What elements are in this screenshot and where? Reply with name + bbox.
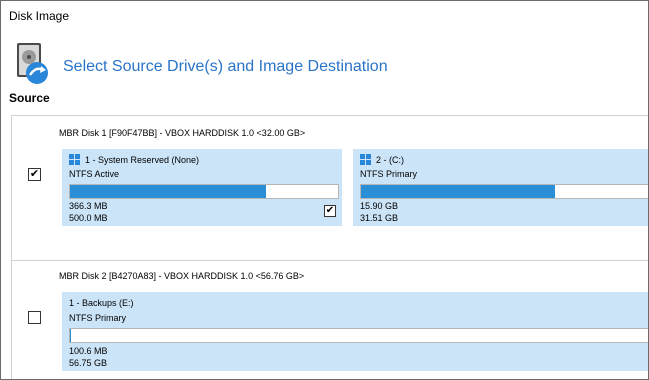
disk-panel-2: MBR Disk 2 [B4270A83] - VBOX HARDDISK 1.…: [11, 260, 648, 379]
partition-used-size: 366.3 MB: [69, 201, 108, 211]
windows-icon: [360, 154, 371, 165]
partition-total-size: 31.51 GB: [360, 213, 399, 223]
partition-1-checkbox[interactable]: ✔: [324, 205, 336, 217]
disk-1-partition-2[interactable]: 2 - (C:) NTFS Primary 15.90 GB 31.51 GB: [353, 149, 648, 226]
partition-filesystem: NTFS Primary: [69, 313, 126, 323]
window-title: Disk Image: [9, 9, 70, 23]
partition-filesystem: NTFS Primary: [360, 169, 417, 179]
partition-total-size: 56.75 GB: [69, 358, 108, 368]
disk-2-partition-1[interactable]: 1 - Backups (E:) NTFS Primary 100.6 MB 5…: [62, 292, 648, 371]
usage-bar: [69, 184, 339, 199]
usage-bar: [69, 328, 648, 343]
usage-bar-fill: [70, 329, 72, 342]
page-title: Select Source Drive(s) and Image Destina…: [63, 58, 388, 75]
partition-used-size: 15.90 GB: [360, 201, 399, 211]
disk-image-icon: [17, 43, 48, 84]
windows-icon: [69, 154, 80, 165]
partition-used-size: 100.6 MB: [69, 346, 108, 356]
partition-title: 1 - System Reserved (None): [85, 154, 200, 165]
partition-total-size: 500.0 MB: [69, 213, 108, 223]
disk-2-checkbox[interactable]: [28, 311, 41, 324]
disk-1-partition-1[interactable]: 1 - System Reserved (None) NTFS Active 3…: [62, 149, 342, 226]
disk-panel-1: ✔ MBR Disk 1 [F90F47BB] - VBOX HARDDISK …: [11, 115, 648, 261]
source-label: Source: [9, 91, 50, 105]
partition-title: 1 - Backups (E:): [69, 298, 134, 308]
usage-bar-fill: [70, 185, 266, 198]
partition-title: 2 - (C:): [376, 154, 404, 165]
disk-1-checkbox[interactable]: ✔: [28, 168, 41, 181]
disk-image-window: Disk Image Select Source Drive(s) and Im…: [0, 0, 649, 380]
disk-2-header: MBR Disk 2 [B4270A83] - VBOX HARDDISK 1.…: [59, 271, 305, 281]
disk-1-header: MBR Disk 1 [F90F47BB] - VBOX HARDDISK 1.…: [59, 128, 306, 138]
partition-filesystem: NTFS Active: [69, 169, 120, 179]
usage-bar-fill: [361, 185, 555, 198]
usage-bar: [360, 184, 648, 199]
